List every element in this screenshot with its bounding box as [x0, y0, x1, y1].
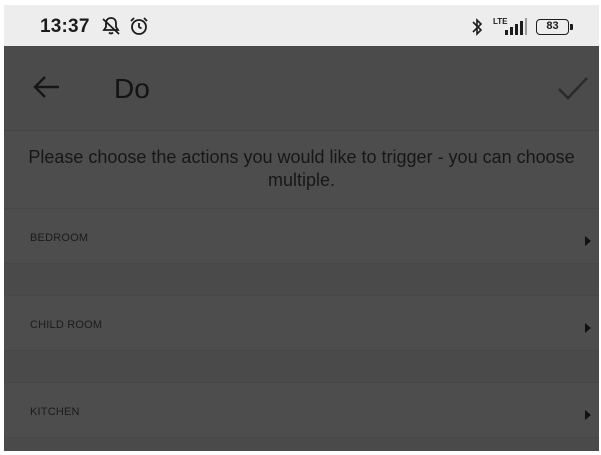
bluetooth-icon	[470, 17, 484, 42]
room-row-kitchen[interactable]: KITCHEN	[4, 382, 599, 438]
room-row-child-room[interactable]: CHILD ROOM	[4, 295, 599, 351]
app-bar: Do	[4, 46, 599, 130]
screen: 13:37 LTE 83 Do Please choose the action…	[4, 5, 599, 451]
room-row-bedroom[interactable]: BEDROOM	[4, 208, 599, 264]
check-icon[interactable]	[556, 74, 590, 107]
room-label: KITCHEN	[30, 406, 80, 418]
room-label: BEDROOM	[30, 232, 89, 244]
battery-tip	[570, 24, 573, 30]
row-spacer	[4, 438, 599, 451]
row-spacer	[4, 351, 599, 382]
appbar-divider	[4, 130, 599, 131]
row-spacer	[4, 264, 599, 295]
signal-icon	[504, 18, 528, 41]
chevron-right-icon	[584, 407, 592, 425]
status-time: 13:37	[40, 16, 90, 37]
room-label: CHILD ROOM	[30, 319, 103, 331]
page-title: Do	[114, 73, 150, 104]
muted-notifications-icon	[100, 15, 122, 42]
alarm-icon	[128, 15, 150, 42]
chevron-right-icon	[584, 233, 592, 251]
battery-icon: 83	[536, 19, 569, 35]
chevron-right-icon	[584, 320, 592, 338]
status-bar: 13:37 LTE 83	[4, 5, 599, 46]
instruction-text: Please choose the actions you would like…	[28, 147, 575, 190]
arrow-left-icon[interactable]	[32, 74, 62, 105]
